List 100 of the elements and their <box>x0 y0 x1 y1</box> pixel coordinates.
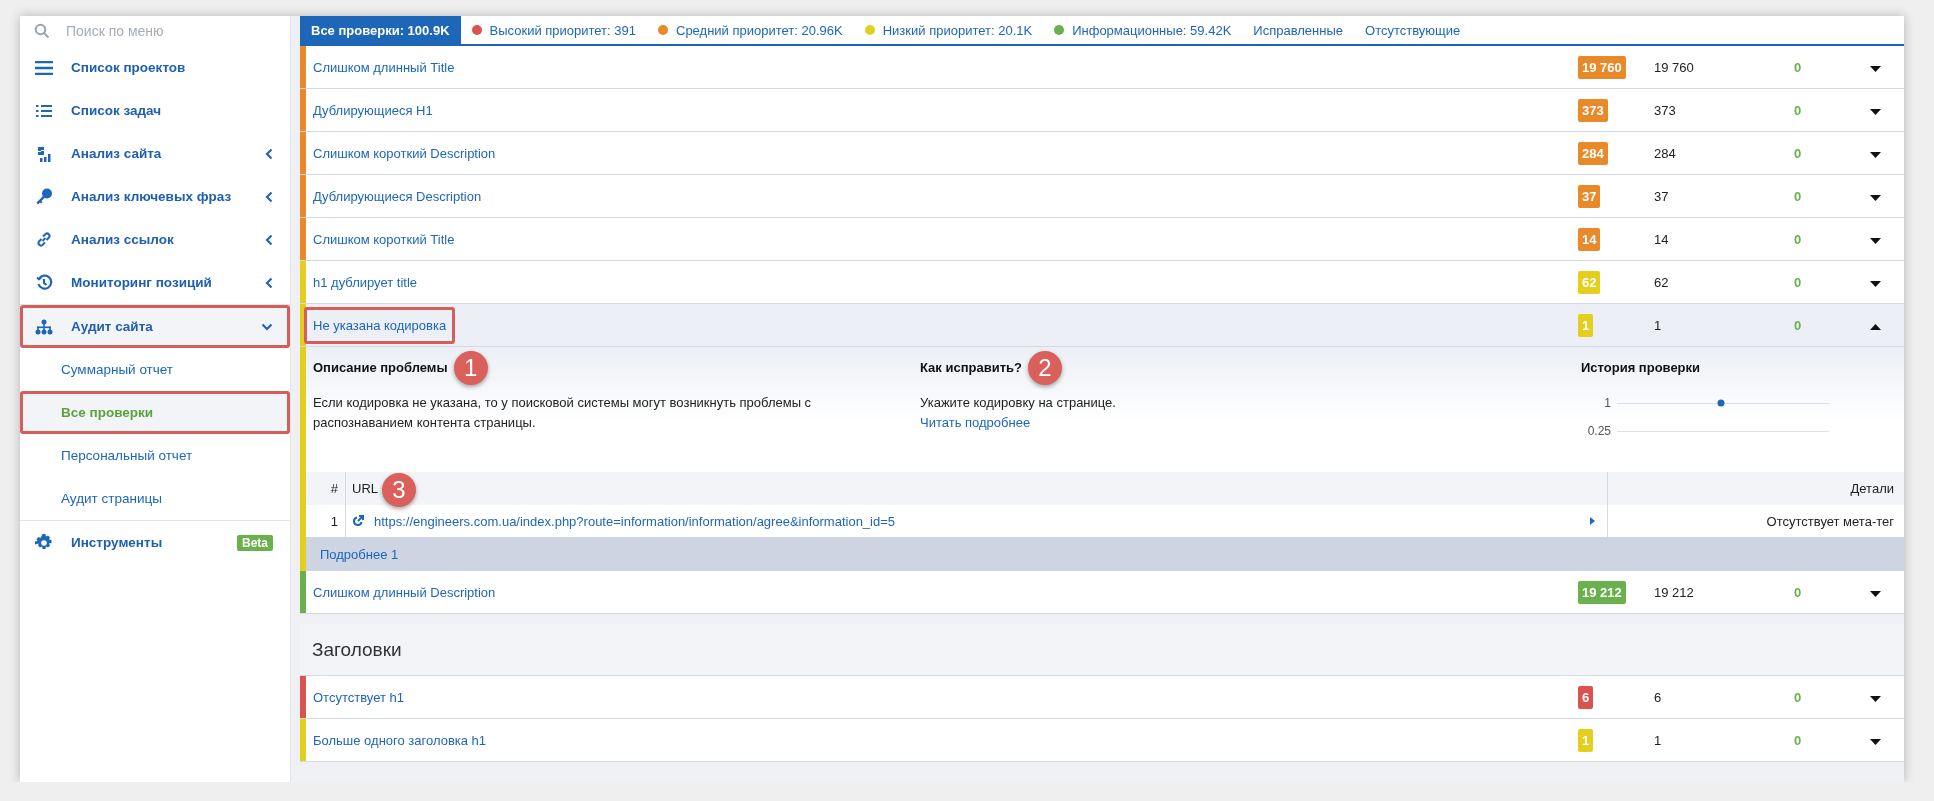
check-row[interactable]: Слишком длинный Description 19 212 19 212 0 <box>300 571 1904 614</box>
filter-tab[interactable]: Средний приоритет: 20.96K <box>647 16 854 44</box>
read-more-link[interactable]: Читать подробнее <box>920 413 1031 433</box>
check-row[interactable]: Больше одного заголовка h1 1 1 0 <box>300 719 1904 762</box>
filter-tab[interactable]: Все проверки: 100.9K <box>300 16 461 44</box>
check-link[interactable]: Слишком короткий Title <box>304 220 464 258</box>
list-icon <box>35 104 53 117</box>
sidebar-item[interactable]: Анализ сайта <box>20 132 290 175</box>
table-cell: 1 <box>1654 317 1662 333</box>
check-link[interactable]: Дублирующиеся Description <box>304 177 491 215</box>
caret-icon[interactable] <box>1870 280 1881 287</box>
table-cell: 1 <box>330 513 338 529</box>
search-field[interactable]: Поиск по меню <box>64 22 268 40</box>
sidebar-item[interactable]: Анализ ссылок <box>20 218 290 261</box>
sidebar-subitem[interactable]: Аудит страницы <box>20 477 290 520</box>
key-icon <box>35 188 53 205</box>
check-row[interactable]: Отсутствует h1 6 6 0 <box>300 676 1904 719</box>
chevron-left-icon <box>265 147 273 160</box>
sidebar-subitem[interactable]: Суммарный отчет <box>20 348 290 391</box>
external-link-icon <box>352 515 364 527</box>
hierarchy-icon <box>35 318 53 335</box>
count-badge: 19 212 <box>1578 580 1626 604</box>
table-cell: 373 <box>1654 102 1676 118</box>
check-link[interactable]: Не указана кодировка <box>304 306 456 344</box>
check-link[interactable]: h1 дублирует title <box>304 263 427 301</box>
sidebar-item[interactable]: Аудит сайта <box>20 305 290 348</box>
chevron-left-icon <box>265 276 273 289</box>
column-header: Детали <box>1850 481 1894 496</box>
table-cell: 284 <box>1654 145 1676 161</box>
sidebar-item[interactable]: Список проектов <box>20 46 290 89</box>
axis-label: 1 <box>1604 396 1611 410</box>
fixed-count: 0 <box>1794 145 1802 161</box>
count-badge: 1 <box>1578 313 1594 337</box>
axis-label: 0.25 <box>1587 424 1611 438</box>
caret-icon[interactable] <box>1870 151 1881 158</box>
fixed-count: 0 <box>1794 317 1802 333</box>
fix-text: Укажите кодировку на странице. <box>920 394 1117 412</box>
menu-icon <box>35 60 53 75</box>
column-header: URL <box>352 481 378 496</box>
caret-icon[interactable] <box>1870 590 1881 597</box>
table-cell: 6 <box>1654 689 1662 705</box>
description-text: Если кодировка не указана, то у поисковой системы могут возникнуть проблемы с распознаванием контента страницы. <box>313 394 813 432</box>
table-cell: 14 <box>1654 231 1669 247</box>
caret-icon[interactable] <box>1870 695 1881 702</box>
count-badge: 62 <box>1578 270 1601 294</box>
section-heading: История проверки <box>1581 359 1701 375</box>
check-link[interactable]: Больше одного заголовка h1 <box>304 721 496 759</box>
table-cell: 37 <box>1654 188 1669 204</box>
check-link[interactable]: Слишком короткий Description <box>304 134 505 172</box>
check-row[interactable]: Дублирующиеся Description 37 37 0 <box>300 175 1904 218</box>
caret-icon[interactable] <box>1870 323 1881 330</box>
check-row[interactable]: Слишком короткий Description 284 284 0 <box>300 132 1904 175</box>
url-link[interactable]: https://engineers.com.ua/index.php?route=information/information/agree&information_id=5 <box>374 513 1580 529</box>
sidebar-item[interactable]: Список задач <box>20 89 290 132</box>
check-link[interactable]: Слишком длинный Description <box>304 573 505 611</box>
caret-icon[interactable] <box>1870 738 1881 745</box>
callout-marker: 3 <box>382 472 416 507</box>
sidebar-item[interactable]: Мониторинг позиций <box>20 261 290 304</box>
check-link[interactable]: Слишком длинный Title <box>304 48 464 86</box>
check-row[interactable]: Дублирующиеся H1 373 373 0 <box>300 89 1904 132</box>
section-heading: Описание проблемы <box>313 359 448 375</box>
chevron-down-icon <box>261 322 273 331</box>
sidebar-subitem[interactable]: Персональный отчет <box>20 434 290 477</box>
fixed-count: 0 <box>1794 274 1802 290</box>
settings-icon <box>35 533 53 552</box>
caret-icon[interactable] <box>1870 237 1881 244</box>
count-badge: 373 <box>1578 98 1608 122</box>
expand-arrow-icon[interactable] <box>1590 517 1595 525</box>
caret-icon[interactable] <box>1870 65 1881 72</box>
table-cell: 1 <box>1654 732 1662 748</box>
table-cell: 19 212 <box>1654 584 1694 600</box>
filter-tab[interactable]: Исправленные <box>1242 16 1354 44</box>
chevron-left-icon <box>265 233 273 246</box>
link-icon <box>35 231 53 248</box>
check-link[interactable]: Отсутствует h1 <box>304 678 413 716</box>
check-link[interactable]: Дублирующиеся H1 <box>304 91 442 129</box>
filter-tab[interactable]: Низкий приоритет: 20.1K <box>853 16 1044 44</box>
check-row[interactable]: Слишком короткий Title 14 14 0 <box>300 218 1904 261</box>
history-icon <box>35 274 53 291</box>
callout-marker: 1 <box>453 351 488 385</box>
check-row[interactable]: h1 дублирует title 62 62 0 <box>300 261 1904 304</box>
count-badge: 19 760 <box>1578 55 1626 79</box>
check-row[interactable]: Не указана кодировка 1 1 0 <box>300 304 1904 347</box>
section-heading: Как исправить? <box>920 359 1022 375</box>
check-row[interactable]: Слишком длинный Title 19 760 19 760 0 <box>300 46 1904 89</box>
data-point <box>1717 399 1725 407</box>
search-icon <box>34 23 50 39</box>
filter-tab[interactable]: Информационные: 59.42K <box>1043 16 1243 44</box>
caret-icon[interactable] <box>1870 108 1881 115</box>
beta-badge: Beta <box>237 534 273 551</box>
show-more-button[interactable]: Подробнее 1 <box>306 537 1904 571</box>
count-badge: 284 <box>1578 141 1608 165</box>
caret-icon[interactable] <box>1870 194 1881 201</box>
filter-tab[interactable]: Высокий приоритет: 391 <box>460 16 647 44</box>
sidebar-item[interactable]: Анализ ключевых фраз <box>20 175 290 218</box>
fixed-count: 0 <box>1794 689 1802 705</box>
sidebar-item[interactable]: Инструменты Beta <box>20 521 290 564</box>
fixed-count: 0 <box>1794 102 1802 118</box>
filter-tab[interactable]: Отсутствующие <box>1354 16 1472 44</box>
count-badge: 37 <box>1578 184 1601 208</box>
